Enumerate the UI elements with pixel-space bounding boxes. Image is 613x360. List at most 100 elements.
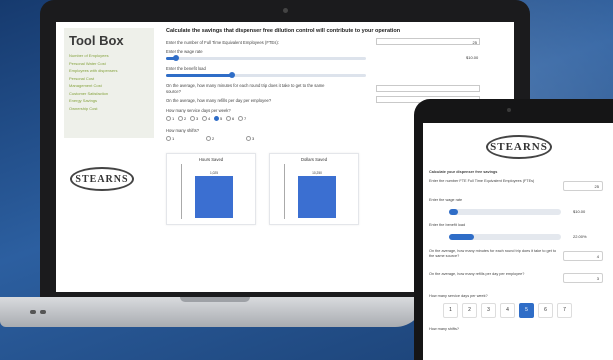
chart-title: Hours Saved <box>198 157 224 162</box>
radio-icon <box>166 116 171 121</box>
calculator-heading: Calculate the savings that dispenser fre… <box>166 28 401 34</box>
wage-value: $10.00 <box>466 55 479 60</box>
employees-question: Enter the number of Full Time Equivalent… <box>166 40 279 45</box>
minutes-input[interactable] <box>376 85 480 92</box>
tablet-benefit-slider[interactable] <box>449 234 561 240</box>
benefit-slider[interactable] <box>166 72 366 78</box>
laptop-base <box>0 297 425 327</box>
tablet-day-button[interactable]: 5 <box>519 303 534 318</box>
days-question: How many service days per week? <box>166 108 231 113</box>
radio-icon <box>178 116 183 121</box>
benefit-slider-knob[interactable] <box>229 72 235 78</box>
laptop-camera <box>283 8 288 13</box>
radio-icon <box>206 136 211 141</box>
toolbox-link[interactable]: Personal Cost <box>69 75 117 83</box>
day-option[interactable]: 5 <box>214 116 226 121</box>
laptop-base-notch <box>180 297 250 302</box>
tablet-days-selector: 1234567 <box>443 303 572 318</box>
shift-option[interactable]: 2 <box>206 136 246 141</box>
chart-y-axis <box>181 164 182 219</box>
wage-question: Enter the wage rate <box>166 49 203 54</box>
toolbox-title: Tool Box <box>69 33 124 48</box>
wage-slider[interactable] <box>166 55 366 61</box>
day-label: 4 <box>208 116 211 121</box>
tablet-employees-question: Enter the number FTE Full Time Equivalen… <box>429 179 535 183</box>
toolbox-link[interactable]: Ownership Cost <box>69 105 117 113</box>
day-option[interactable]: 7 <box>238 116 250 121</box>
chart-y-axis <box>284 164 285 219</box>
chart-title: Dollars Saved <box>300 157 328 162</box>
stearns-logo: STEARNS <box>486 135 552 159</box>
tablet-minutes-input[interactable]: 4 <box>563 251 603 261</box>
day-label: 3 <box>196 116 199 121</box>
refills-question: On the average, how many refills per day… <box>166 98 272 103</box>
tablet-day-button[interactable]: 1 <box>443 303 458 318</box>
tablet-shifts-question: How many shifts? <box>429 327 459 331</box>
tablet-day-button[interactable]: 3 <box>481 303 496 318</box>
usb-port <box>30 310 36 314</box>
tablet-day-button[interactable]: 6 <box>538 303 553 318</box>
benefit-slider-fill <box>166 74 232 77</box>
tablet-day-button[interactable]: 7 <box>557 303 572 318</box>
day-option[interactable]: 6 <box>226 116 238 121</box>
toolbox-link[interactable]: Number of Employees <box>69 52 117 60</box>
employees-input[interactable]: 25 <box>376 38 480 45</box>
day-option[interactable]: 1 <box>166 116 178 121</box>
toolbox-link[interactable]: Customer Satisfaction <box>69 90 117 98</box>
shifts-radio-group: 1 2 3 <box>166 136 286 141</box>
day-option[interactable]: 3 <box>190 116 202 121</box>
day-option[interactable]: 4 <box>202 116 214 121</box>
tablet-employees-input[interactable]: 25 <box>563 181 603 191</box>
tablet: STEARNS Calculate your dispenser free sa… <box>414 99 613 360</box>
toolbox-link[interactable]: Management Cost <box>69 82 117 90</box>
chart-data-label: 10,250 <box>312 171 322 176</box>
tablet-wage-value: $10.00 <box>573 209 586 214</box>
tablet-heading: Calculate your dispenser free savings <box>429 170 498 174</box>
wage-slider-knob[interactable] <box>173 55 179 61</box>
day-label: 1 <box>172 116 175 121</box>
tablet-camera <box>507 108 511 112</box>
radio-icon <box>238 116 243 121</box>
day-label: 7 <box>244 116 247 121</box>
toolbox-panel: Tool Box Number of Employees Personal Wat… <box>64 28 154 138</box>
shift-label: 3 <box>252 136 255 141</box>
toolbox-link[interactable]: Energy Savings <box>69 97 117 105</box>
tablet-benefit-value: 22.00% <box>573 234 587 239</box>
day-option[interactable]: 2 <box>178 116 190 121</box>
radio-icon <box>166 136 171 141</box>
tablet-minutes-question: On the average, how many minutes for eac… <box>429 249 557 258</box>
day-label: 5 <box>220 116 223 121</box>
toolbox-link[interactable]: Personal Water Cost <box>69 60 117 68</box>
tablet-wage-slider[interactable] <box>449 209 561 215</box>
day-label: 2 <box>184 116 187 121</box>
shifts-question: How many shifts? <box>166 128 200 133</box>
tablet-day-button[interactable]: 2 <box>462 303 477 318</box>
toolbox-link[interactable]: Employees with dispensers <box>69 67 117 75</box>
tablet-benefit-slider-fill <box>449 234 474 240</box>
radio-icon <box>214 116 219 121</box>
radio-icon <box>202 116 207 121</box>
tablet-benefit-question: Enter the benefit load <box>429 223 466 227</box>
minutes-question-cont: source? <box>166 89 181 94</box>
chart-bar <box>195 176 233 218</box>
radio-icon <box>226 116 231 121</box>
shift-option[interactable]: 3 <box>246 136 286 141</box>
tablet-day-button[interactable]: 4 <box>500 303 515 318</box>
tablet-screen: STEARNS Calculate your dispenser free sa… <box>423 123 613 360</box>
tablet-refills-input[interactable]: 3 <box>563 273 603 283</box>
benefit-question: Enter the benefit load <box>166 66 206 71</box>
hours-saved-chart: Hours Saved 1,025 <box>166 153 256 225</box>
tablet-wage-slider-fill <box>449 209 458 215</box>
tablet-days-question: How many service days per week? <box>429 294 488 298</box>
tablet-refills-question: On the average, how many refills per day… <box>429 272 525 276</box>
shift-label: 2 <box>212 136 215 141</box>
chart-bar <box>298 176 336 218</box>
radio-icon <box>246 136 251 141</box>
toolbox-list: Number of Employees Personal Water Cost Em… <box>69 52 117 112</box>
tablet-wage-question: Enter the wage rate <box>429 198 463 202</box>
chart-data-label: 1,025 <box>210 171 218 176</box>
shift-label: 1 <box>172 136 175 141</box>
minutes-question: On the average, how many minutes for eac… <box>166 83 325 88</box>
stearns-logo: STEARNS <box>70 167 134 191</box>
shift-option[interactable]: 1 <box>166 136 206 141</box>
